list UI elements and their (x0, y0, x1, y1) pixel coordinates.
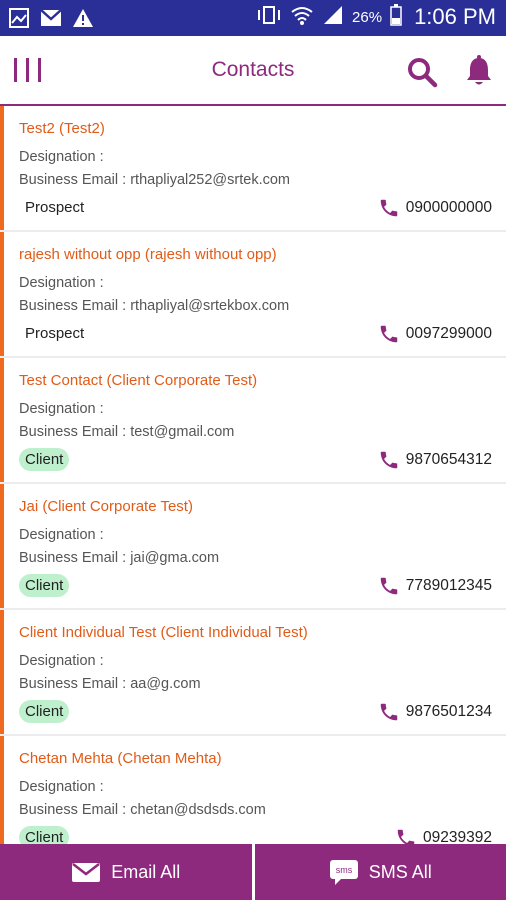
warning-icon (72, 7, 94, 29)
wifi-icon (290, 4, 314, 30)
signal-icon (322, 5, 344, 29)
contact-designation: Designation : (19, 527, 104, 543)
phone-number[interactable]: 9870654312 (406, 451, 492, 469)
envelope-icon (72, 863, 101, 882)
battery-icon (390, 4, 402, 30)
bottom-action-bar: Email All sms SMS All (0, 844, 506, 900)
contact-type-badge: Prospect (25, 325, 85, 342)
contact-phone[interactable]: 7789012345 (378, 575, 492, 597)
email-all-label: Email All (111, 861, 181, 882)
contact-email: Business Email : rthapliyal@srtekbox.com (19, 298, 290, 314)
contact-designation: Designation : (19, 149, 104, 165)
contact-card[interactable]: Test2 (Test2) Designation : Business Ema… (0, 106, 506, 230)
phone-icon[interactable] (395, 827, 417, 844)
contact-list[interactable]: Test2 (Test2) Designation : Business Ema… (0, 106, 506, 844)
phone-icon[interactable] (378, 323, 400, 345)
email-all-button[interactable]: Email All (0, 844, 252, 900)
contact-email: Business Email : jai@gma.com (19, 550, 220, 566)
status-bar: 26% 1:06 PM (0, 0, 506, 36)
app-bar: Contacts (0, 36, 506, 106)
contact-type-badge: Client (19, 574, 70, 597)
contact-email: Business Email : chetan@dsdsds.com (19, 802, 266, 818)
contact-name[interactable]: Chetan Mehta (Chetan Mehta) (19, 750, 222, 767)
contact-phone[interactable]: 09239392 (395, 827, 492, 844)
battery-level: 26% (352, 8, 383, 26)
phone-number[interactable]: 9876501234 (406, 703, 492, 721)
contact-type-badge: Prospect (25, 199, 85, 216)
contact-phone[interactable]: 9870654312 (378, 449, 492, 471)
contact-email: Business Email : test@gmail.com (19, 424, 235, 440)
phone-number[interactable]: 7789012345 (406, 577, 492, 595)
sms-icon: sms (329, 860, 358, 885)
contact-phone[interactable]: 0097299000 (378, 323, 492, 345)
phone-number[interactable]: 0900000000 (406, 199, 492, 217)
contact-email: Business Email : aa@g.com (19, 676, 201, 692)
contact-card[interactable]: Jai (Client Corporate Test) Designation … (0, 484, 506, 608)
sms-icon-text: sms (335, 865, 352, 875)
gmail-icon (40, 7, 62, 29)
phone-icon[interactable] (378, 197, 400, 219)
contact-phone[interactable]: 9876501234 (378, 701, 492, 723)
contact-type-badge: Client (19, 826, 70, 844)
contact-type-badge: Client (19, 448, 70, 471)
contact-email: Business Email : rthapliyal252@srtek.com (19, 172, 290, 188)
contact-card[interactable]: Test Contact (Client Corporate Test) Des… (0, 358, 506, 482)
notification-icons (8, 7, 94, 29)
gallery-icon (8, 7, 30, 29)
contact-type-badge: Client (19, 700, 70, 723)
contact-name[interactable]: Jai (Client Corporate Test) (19, 498, 193, 515)
contact-name[interactable]: rajesh without opp (rajesh without opp) (19, 246, 277, 263)
contact-card[interactable]: rajesh without opp (rajesh without opp) … (0, 232, 506, 356)
phone-icon[interactable] (378, 449, 400, 471)
bell-icon[interactable] (464, 55, 494, 87)
system-icons: 26% 1:06 PM (256, 4, 496, 30)
contact-designation: Designation : (19, 653, 104, 669)
search-icon[interactable] (406, 56, 438, 88)
contact-designation: Designation : (19, 779, 104, 795)
contact-phone[interactable]: 0900000000 (378, 197, 492, 219)
clock: 1:06 PM (414, 4, 496, 29)
contact-name[interactable]: Test Contact (Client Corporate Test) (19, 372, 257, 389)
contact-name[interactable]: Client Individual Test (Client Individua… (19, 624, 308, 641)
contact-name[interactable]: Test2 (Test2) (19, 120, 105, 137)
vibrate-icon (256, 5, 282, 29)
sms-all-label: SMS All (368, 861, 432, 882)
phone-icon[interactable] (378, 701, 400, 723)
contact-designation: Designation : (19, 401, 104, 417)
contact-designation: Designation : (19, 275, 104, 291)
contact-card[interactable]: Chetan Mehta (Chetan Mehta) Designation … (0, 736, 506, 844)
phone-number[interactable]: 0097299000 (406, 325, 492, 343)
phone-number[interactable]: 09239392 (423, 829, 492, 844)
phone-icon[interactable] (378, 575, 400, 597)
contact-card[interactable]: Client Individual Test (Client Individua… (0, 610, 506, 734)
sms-all-button[interactable]: sms SMS All (254, 844, 506, 900)
